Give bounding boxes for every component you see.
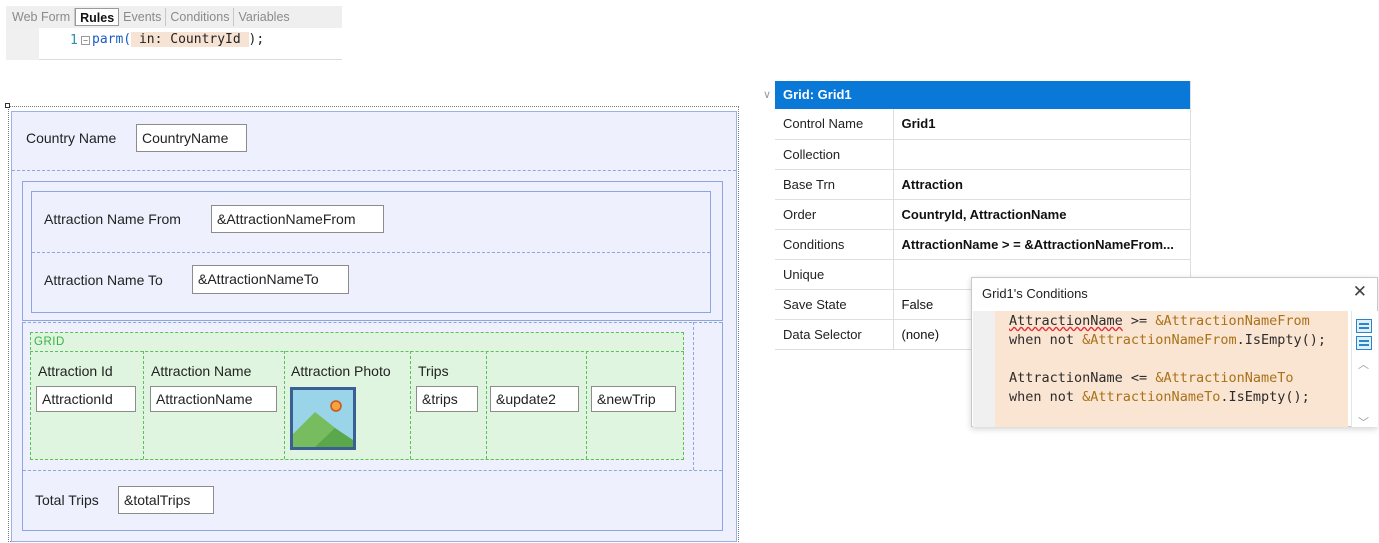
popup-margin (973, 311, 995, 427)
condition-method: .IsEmpty(); (1220, 389, 1310, 405)
properties-header: Grid: Grid1 (775, 81, 1190, 109)
tab-variables[interactable]: Variables (234, 8, 293, 26)
close-icon[interactable]: ✕ (1353, 282, 1367, 302)
property-key: Collection (775, 139, 894, 170)
country-name-label: Country Name (26, 130, 117, 146)
country-name-field[interactable]: CountryName (136, 124, 247, 152)
condition-keyword: when not (1009, 332, 1083, 348)
to-label: Attraction Name To (44, 272, 163, 288)
property-row[interactable]: Control Name Grid1 (775, 109, 1190, 140)
scroll-up-icon[interactable]: ︿ (1358, 356, 1369, 372)
property-value[interactable]: CountryId, AttractionName (893, 199, 1190, 230)
condition-line[interactable]: when not &AttractionNameFrom.IsEmpty(); (1009, 332, 1326, 348)
editor-tabs: Web Form Rules Events Conditions Variabl… (6, 6, 342, 28)
property-value[interactable] (893, 139, 1190, 170)
resize-handle[interactable] (5, 103, 10, 108)
code-keyword: parm( (92, 32, 132, 47)
property-key: Control Name (775, 109, 894, 140)
separator (32, 252, 710, 253)
code-param: in: CountryId (131, 32, 249, 47)
attraction-name-to-field[interactable]: &AttractionNameTo (192, 265, 349, 294)
popup-title: Grid1's Conditions (982, 286, 1088, 301)
tab-events[interactable]: Events (119, 8, 167, 26)
conditions-popup[interactable]: Grid1's Conditions ✕ AttractionName >= &… (971, 277, 1378, 430)
property-row[interactable]: Collection (775, 139, 1190, 170)
condition-line[interactable]: when not &AttractionNameTo.IsEmpty(); (1009, 389, 1310, 405)
condition-variable: &AttractionNameFrom (1082, 332, 1237, 348)
document-outline-icon[interactable] (1356, 319, 1372, 333)
total-trips-field[interactable]: &totalTrips (118, 486, 214, 514)
rules-editor[interactable]: 1 − parm( in: CountryId ); (6, 28, 342, 60)
condition-variable: &AttractionNameTo (1082, 389, 1221, 405)
line-number: 1 (70, 33, 78, 48)
condition-operator: >= (1122, 313, 1156, 329)
rule-code[interactable]: parm( in: CountryId ); (92, 32, 264, 47)
property-key: Save State (775, 289, 894, 320)
fold-icon[interactable]: − (81, 36, 90, 45)
property-value[interactable]: AttractionName > = &AttractionNameFrom..… (893, 229, 1190, 260)
condition-operator: <= (1122, 370, 1156, 386)
code-end: ); (248, 32, 265, 47)
tab-rules[interactable]: Rules (75, 8, 120, 26)
property-value[interactable]: Attraction (893, 169, 1190, 200)
property-row[interactable]: Base Trn Attraction (775, 169, 1190, 200)
condition-attribute: AttractionName (1009, 313, 1123, 329)
tab-web-form[interactable]: Web Form (8, 8, 76, 26)
condition-attribute: AttractionName (1009, 370, 1123, 386)
tab-conditions[interactable]: Conditions (166, 8, 235, 26)
property-row[interactable]: Order CountryId, AttractionName (775, 199, 1190, 230)
editor-margin (6, 28, 39, 60)
property-row[interactable]: Conditions AttractionName > = &Attraction… (775, 229, 1190, 260)
document-list-icon[interactable] (1356, 336, 1372, 350)
collapse-chevron-icon[interactable]: ∨ (763, 88, 771, 101)
condition-variable: &AttractionNameFrom (1155, 313, 1310, 329)
from-label: Attraction Name From (44, 211, 181, 227)
property-key: Order (775, 199, 894, 230)
separator (12, 170, 736, 171)
property-key: Base Trn (775, 169, 894, 200)
condition-keyword: when not (1009, 389, 1083, 405)
property-value[interactable]: Grid1 (893, 109, 1190, 140)
condition-method: .IsEmpty(); (1236, 332, 1326, 348)
scroll-down-icon[interactable]: ﹀ (1358, 414, 1369, 430)
attraction-name-from-field[interactable]: &AttractionNameFrom (211, 205, 384, 233)
property-key: Unique (775, 259, 894, 290)
condition-line[interactable]: AttractionName >= &AttractionNameFrom (1009, 313, 1310, 329)
condition-line[interactable]: AttractionName <= &AttractionNameTo (1009, 370, 1293, 386)
condition-variable: &AttractionNameTo (1155, 370, 1294, 386)
property-key: Conditions (775, 229, 894, 260)
property-key: Data Selector (775, 319, 894, 350)
total-trips-label: Total Trips (35, 492, 99, 508)
